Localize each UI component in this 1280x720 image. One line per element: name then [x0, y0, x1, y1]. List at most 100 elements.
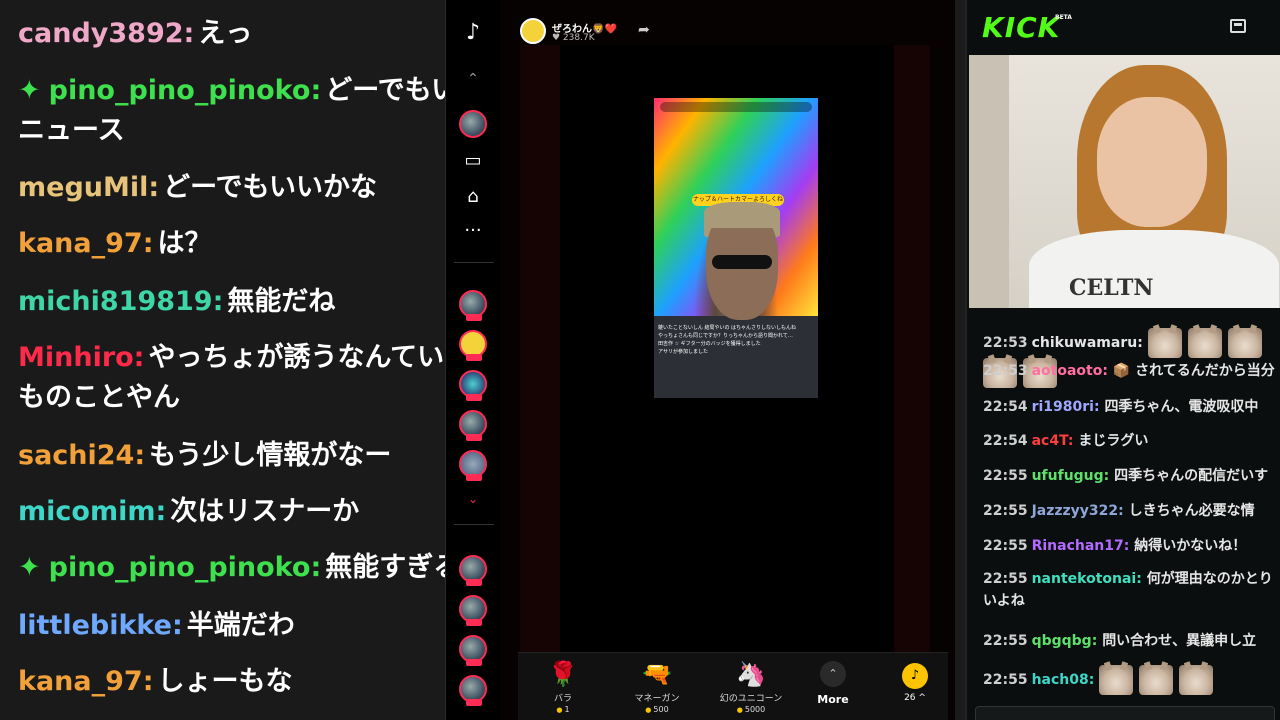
tiktok-sidebar: ♪ ⌃ ▭ ⌂ ··· ⌄ — [445, 0, 500, 720]
kick-webcam[interactable]: CELTN — [969, 55, 1280, 308]
chevron-down-icon[interactable]: ⌄ — [460, 486, 486, 512]
chat-input[interactable] — [975, 706, 1275, 720]
kick-chat-message: 22:55 ufufugug: 四季ちゃんの配信だいす — [983, 465, 1280, 487]
message-text: 四季ちゃんの配信だいす — [1114, 468, 1269, 484]
message-time: 22:55 — [983, 571, 1028, 587]
gift-price: 500 — [622, 705, 692, 714]
kick-chat-message: 22:55 nantekotonai: 何が理由なのかとりいよね — [983, 568, 1280, 612]
message-username[interactable]: nantekotonai: — [1032, 571, 1142, 587]
home-icon[interactable]: ⌂ — [460, 184, 486, 210]
background-door — [969, 55, 1009, 308]
kick-logo[interactable]: KICK — [982, 11, 1060, 44]
message-username[interactable]: ac4T: — [1032, 433, 1074, 449]
live-badge — [466, 659, 482, 666]
message-time: 22:53 — [983, 363, 1028, 379]
video-camera-icon[interactable]: ▭ — [460, 148, 486, 174]
kick-chat-message: 22:55 hach08: — [983, 665, 1280, 695]
chat-message: littlebikke: 半端だわ — [18, 606, 445, 646]
chat-text: は？ — [157, 228, 212, 259]
live-badge — [466, 579, 482, 586]
live-avatar-4[interactable] — [459, 410, 487, 441]
cat-emote-icon — [1179, 665, 1214, 695]
chat-username[interactable]: pino_pino_pinoko: — [49, 552, 322, 583]
message-username[interactable]: chikuwamaru: — [1032, 335, 1143, 351]
message-time: 22:55 — [983, 633, 1028, 649]
chat-username[interactable]: michi819819: — [18, 286, 223, 317]
message-username[interactable]: qbgqbg: — [1032, 633, 1098, 649]
message-text: 四季ちゃん、電波吸収中 — [1104, 399, 1259, 415]
chat-username[interactable]: candy3892: — [18, 18, 194, 49]
kick-chat-message: 22:53 aotoaoto: 📦 されてるんだから当分 — [983, 360, 1280, 382]
chat-message: sachi24: もう少し情報がなー — [18, 436, 445, 476]
message-username[interactable]: hach08: — [1032, 672, 1095, 688]
live-avatar-8[interactable] — [459, 635, 487, 666]
chat-username[interactable]: kana_97: — [18, 228, 154, 259]
sidebar-avatar-profile[interactable] — [459, 110, 487, 138]
live-avatar-7[interactable] — [459, 595, 487, 626]
live-avatar-2[interactable] — [459, 330, 487, 361]
chat-username[interactable]: kana_97: — [18, 666, 154, 697]
message-username[interactable]: Jazzzyy322: — [1032, 503, 1124, 519]
left-chat-overlay: candy3892:えっ✦pino_pino_pinoko:どーでもいいニュース… — [0, 0, 445, 720]
kick-chat-message: 22:55 qbgqbg: 問い合わせ、異議申し立 — [983, 630, 1280, 652]
chat-username[interactable]: micomim: — [18, 496, 166, 527]
message-text: 納得いかないね！ — [1134, 538, 1247, 554]
host-avatar[interactable] — [520, 18, 546, 44]
video-chat-line: アサリが参加しました — [658, 349, 709, 355]
live-video[interactable]: ナップ＆ハートカマーよろしくね 雑いたことないしん 結局やいの はちゃんさりしな… — [654, 98, 818, 398]
message-time: 22:54 — [983, 433, 1028, 449]
chat-username[interactable]: Minhiro: — [18, 342, 144, 373]
gift-rose[interactable]: 🌹 バラ 1 — [528, 659, 598, 714]
kick-beta-badge: BETA — [1055, 14, 1072, 21]
chat-username[interactable]: pino_pino_pinoko: — [49, 75, 322, 106]
message-username[interactable]: aotoaoto: — [1032, 363, 1108, 379]
message-username[interactable]: ufufugug: — [1032, 468, 1110, 484]
video-chat-line: 田吉作 ☆ ギフター分のバッジを獲得しました — [658, 341, 761, 347]
live-badge — [466, 394, 482, 401]
live-badge — [466, 354, 482, 361]
tiktok-logo-icon[interactable]: ♪ — [460, 20, 486, 46]
streamer-face — [1097, 97, 1207, 227]
live-avatar-9[interactable] — [459, 675, 487, 706]
coins-button[interactable]: ♪ 26 ^ — [898, 663, 932, 703]
chat-message: ✦ pino_pino_pinoko:無能すぎる — [18, 548, 445, 588]
popout-icon[interactable] — [1230, 19, 1246, 33]
message-text: 問い合わせ、異議申し立 — [1102, 633, 1257, 649]
cat-emote-icon — [1139, 665, 1174, 695]
more-gifts-button[interactable]: ⌃ More — [816, 661, 850, 706]
gift-name: マネーガン — [634, 694, 680, 704]
share-arrow-icon[interactable]: ➦ — [638, 22, 650, 38]
more-dots-icon[interactable]: ··· — [460, 218, 486, 244]
chat-username[interactable]: sachi24: — [18, 440, 145, 471]
sparkle-badge-icon: ✦ — [18, 75, 41, 106]
rose-icon: 🌹 — [548, 660, 578, 688]
cat-emote-icon — [1227, 328, 1262, 358]
chat-text: 半端だわ — [186, 610, 295, 641]
chat-text: えっ — [198, 18, 253, 49]
message-username[interactable]: Rinachan17: — [1032, 538, 1130, 554]
live-avatar-6[interactable] — [459, 555, 487, 586]
chat-message: micomim: 次はリスナーか — [18, 492, 445, 532]
gift-money-gun[interactable]: 🔫 マネーガン 500 — [622, 659, 692, 714]
live-avatar-1[interactable] — [459, 290, 487, 321]
sidebar-divider — [454, 262, 494, 263]
live-avatar-5[interactable] — [459, 450, 487, 481]
chevron-up-icon[interactable]: ⌃ — [460, 66, 486, 92]
live-avatar-3[interactable] — [459, 370, 487, 401]
chat-username[interactable]: meguMil: — [18, 172, 159, 203]
chat-text: 無能だね — [227, 286, 336, 317]
message-username[interactable]: ri1980ri: — [1032, 399, 1100, 415]
chat-username[interactable]: littlebikke: — [18, 610, 183, 641]
chat-message: michi819819: 無能だね — [18, 282, 445, 322]
message-time: 22:55 — [983, 672, 1028, 688]
message-time: 22:55 — [983, 538, 1028, 554]
live-badge — [466, 434, 482, 441]
chat-message: Minhiro: やっちょが誘うなんていつものことやん — [18, 338, 445, 418]
message-text: まじラグい — [1078, 433, 1149, 449]
chevron-up-icon: ⌃ — [820, 661, 846, 687]
message-time: 22:53 — [983, 335, 1028, 351]
live-badge — [466, 699, 482, 706]
gift-unicorn[interactable]: 🦄 幻のユニコーン 5000 — [716, 659, 786, 714]
kick-panel: KICK BETA CELTN 22:53 chikuwamaru: 22:53 a… — [965, 0, 1280, 720]
more-label: More — [817, 693, 849, 706]
